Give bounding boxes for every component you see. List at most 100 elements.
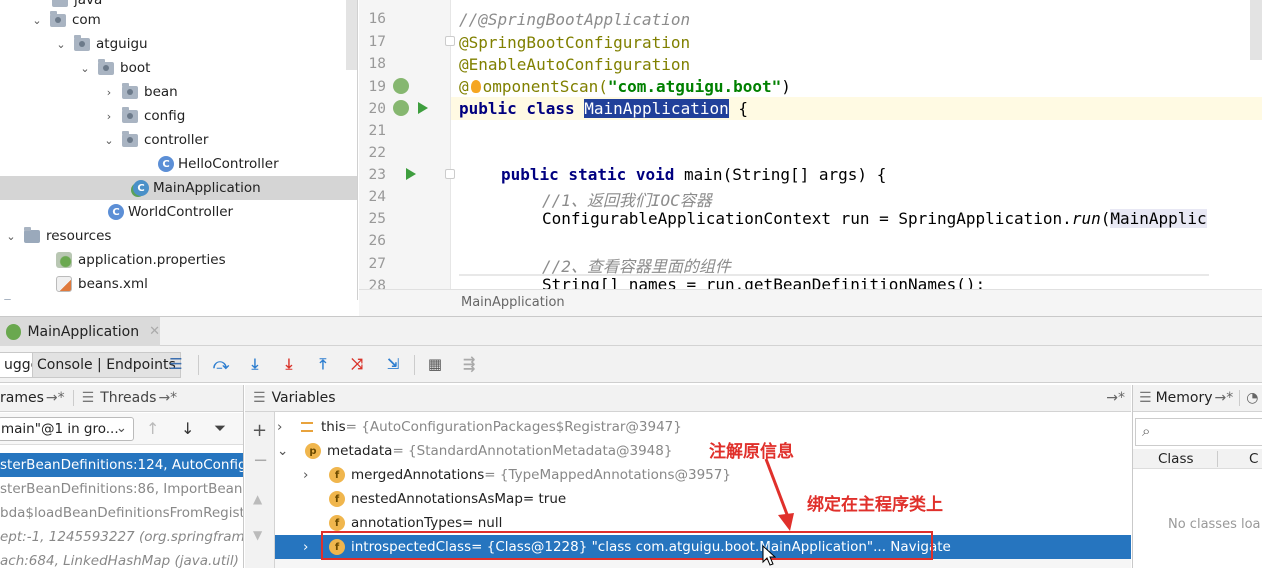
line-number: 21 bbox=[368, 123, 386, 139]
fold-icon[interactable] bbox=[445, 169, 455, 179]
chevron-down-icon[interactable]: ⌄ bbox=[277, 443, 291, 459]
variables-header: ☰ Variables →* bbox=[245, 385, 1131, 412]
field-stack-icon bbox=[301, 422, 313, 432]
drop-frame-icon[interactable]: ⤨ bbox=[348, 355, 366, 373]
frame-row[interactable]: bda$loadBeanDefinitionsFromRegistra bbox=[0, 501, 243, 525]
run-to-cursor-icon[interactable]: ⇲ bbox=[384, 355, 402, 373]
memory-search-input[interactable]: ⌕ bbox=[1135, 418, 1262, 446]
frame-row[interactable]: ept:-1, 1245593227 (org.springframew bbox=[0, 525, 243, 549]
parameter-icon: p bbox=[305, 443, 321, 459]
arrow-up-icon[interactable]: ↑ bbox=[146, 419, 159, 438]
debug-toolbar: ugger Console | Endpoints ☰ ⤼ ⤓ ⤓ ⤒ ⤨ ⇲ … bbox=[0, 346, 1262, 383]
pin-icon[interactable]: →* bbox=[1106, 390, 1125, 406]
code-line-16: //@SpringBootApplication bbox=[459, 10, 691, 29]
tree-item-resources[interactable]: ⌄ resources bbox=[0, 224, 357, 248]
pin-icon[interactable]: →* bbox=[158, 390, 177, 406]
line-number: 24 bbox=[368, 189, 386, 205]
filter-icon[interactable]: ⏷ bbox=[214, 419, 226, 437]
editor-breadcrumb[interactable]: MainApplication bbox=[359, 289, 1262, 316]
lightbulb-icon[interactable] bbox=[470, 80, 481, 93]
overhead-icon[interactable]: ◔ bbox=[1239, 390, 1258, 406]
variable-row-this[interactable]: › this = {AutoConfigurationPackages$Regis… bbox=[275, 415, 1131, 439]
tab-frames[interactable]: rames bbox=[0, 390, 44, 406]
tree-item-config[interactable]: › config bbox=[0, 104, 357, 128]
run-icon[interactable] bbox=[405, 167, 417, 181]
line-number: 17 bbox=[368, 34, 386, 50]
tab-memory[interactable]: Memory bbox=[1156, 390, 1213, 406]
search-icon: ⌕ bbox=[1142, 422, 1151, 440]
chevron-down-icon[interactable]: ⌄ bbox=[54, 37, 68, 51]
memory-empty-text: No classes loa bbox=[1168, 517, 1261, 532]
chevron-down-icon[interactable]: ⌄ bbox=[78, 61, 92, 75]
column-count[interactable]: C bbox=[1249, 451, 1258, 467]
package-icon bbox=[74, 34, 90, 51]
tree-item-atguigu[interactable]: ⌄ atguigu bbox=[0, 32, 357, 56]
editor-gutter: 16 17 18 19 20 21 22 23 24 25 26 27 28 bbox=[359, 0, 455, 289]
tree-item-application-properties[interactable]: application.properties bbox=[0, 248, 357, 272]
tree-item-boot[interactable]: ⌄ boot bbox=[0, 56, 357, 80]
close-icon[interactable]: ✕ bbox=[149, 324, 160, 339]
variable-row-metadata[interactable]: ⌄ p metadata = {StandardAnnotationMetadata… bbox=[275, 439, 1131, 463]
add-watch-icon[interactable]: + bbox=[252, 420, 267, 441]
tab-console-endpoints[interactable]: Console | Endpoints bbox=[32, 352, 181, 378]
run-icon[interactable] bbox=[417, 101, 429, 115]
tree-scrollbar[interactable] bbox=[346, 0, 357, 70]
step-out-icon[interactable]: ⤒ bbox=[314, 355, 332, 373]
move-up-icon[interactable]: ▲ bbox=[253, 492, 262, 506]
toolbar-divider bbox=[198, 355, 199, 375]
chevron-right-icon[interactable]: › bbox=[102, 85, 116, 99]
variable-row-mergedannotations[interactable]: › f mergedAnnotations = {TypeMappedAnnotat… bbox=[275, 463, 1131, 487]
line-number: 18 bbox=[368, 56, 386, 72]
pin-icon[interactable]: →* bbox=[1215, 390, 1234, 406]
tree-item-hellocontroller[interactable]: C HelloController bbox=[0, 152, 357, 176]
chevron-right-icon[interactable]: › bbox=[303, 539, 317, 555]
tree-item-com[interactable]: ⌄ com bbox=[0, 8, 357, 32]
variables-side-toolbar: + − ▲ ▼ bbox=[245, 412, 275, 568]
thread-select[interactable]: main"@1 in gro... ⌄ bbox=[0, 417, 134, 441]
show-execution-point-icon[interactable]: ⤼ bbox=[212, 355, 230, 373]
chevron-right-icon[interactable]: › bbox=[303, 467, 317, 483]
tree-item-bean[interactable]: › bean bbox=[0, 80, 357, 104]
step-into-icon[interactable]: ⤓ bbox=[280, 355, 298, 373]
fold-icon[interactable] bbox=[445, 36, 455, 46]
tree-item-worldcontroller[interactable]: C WorldController bbox=[0, 200, 357, 224]
chevron-down-icon[interactable]: ⌄ bbox=[4, 229, 18, 243]
frame-row[interactable]: sterBeanDefinitions:124, AutoConfigur bbox=[0, 453, 243, 477]
frame-row[interactable]: ach:684, LinkedHashMap (java.util) bbox=[0, 549, 243, 568]
variable-row-nestedannotationsasmap[interactable]: f nestedAnnotationsAsMap = true bbox=[275, 487, 1131, 511]
tree-item-beans-xml[interactable]: beans.xml bbox=[0, 272, 357, 296]
tree-item-controller[interactable]: ⌄ controller bbox=[0, 128, 357, 152]
chevron-down-icon[interactable]: ⌄ bbox=[102, 133, 116, 147]
code-editor[interactable]: 16 17 18 19 20 21 22 23 24 25 26 27 28 /… bbox=[359, 0, 1262, 289]
field-icon: f bbox=[329, 515, 345, 531]
tree-item-test[interactable]: test bbox=[0, 296, 357, 300]
class-icon: C bbox=[108, 204, 124, 220]
debug-session-tab[interactable]: MainApplication ✕ bbox=[0, 317, 160, 346]
spring-bean-icon[interactable] bbox=[393, 78, 409, 94]
evaluate-expression-icon[interactable]: ▦ bbox=[426, 355, 444, 373]
frames-pane: rames →* ☰ Threads →* main"@1 in gro... ⌄ ↑ … bbox=[0, 385, 244, 568]
code-line-19: @ omponentScan("com.atguigu.boot") bbox=[459, 77, 791, 96]
spring-boot-icon bbox=[6, 323, 22, 340]
trace-icon[interactable]: ⇶ bbox=[460, 355, 478, 373]
line-number: 20 bbox=[368, 101, 386, 117]
menu-icon[interactable]: ☰ bbox=[167, 355, 185, 373]
step-over-icon[interactable]: ⤓ bbox=[246, 355, 264, 373]
spring-bean-icon[interactable] bbox=[393, 100, 409, 116]
chevron-down-icon[interactable]: ⌄ bbox=[30, 13, 44, 27]
chevron-right-icon[interactable]: › bbox=[277, 419, 291, 435]
frame-row[interactable]: sterBeanDefinitions:86, ImportBeanDe bbox=[0, 477, 243, 501]
tab-threads[interactable]: ☰ Threads →* bbox=[72, 390, 177, 406]
pin-icon[interactable]: →* bbox=[46, 390, 65, 406]
column-class[interactable]: Class bbox=[1158, 451, 1194, 467]
arrow-down-icon[interactable]: ↓ bbox=[181, 419, 194, 438]
tree-item-mainapplication[interactable]: C MainApplication bbox=[0, 176, 357, 200]
line-number: 27 bbox=[368, 256, 386, 272]
remove-watch-icon[interactable]: − bbox=[253, 450, 268, 471]
field-icon: f bbox=[329, 467, 345, 483]
package-icon bbox=[122, 130, 138, 147]
chevron-right-icon[interactable]: › bbox=[102, 109, 116, 123]
frames-toolbar: main"@1 in gro... ⌄ ↑ ↓ ⏷ bbox=[0, 413, 243, 445]
move-down-icon[interactable]: ▼ bbox=[253, 528, 262, 542]
editor-scrollbar[interactable] bbox=[1250, 0, 1262, 60]
